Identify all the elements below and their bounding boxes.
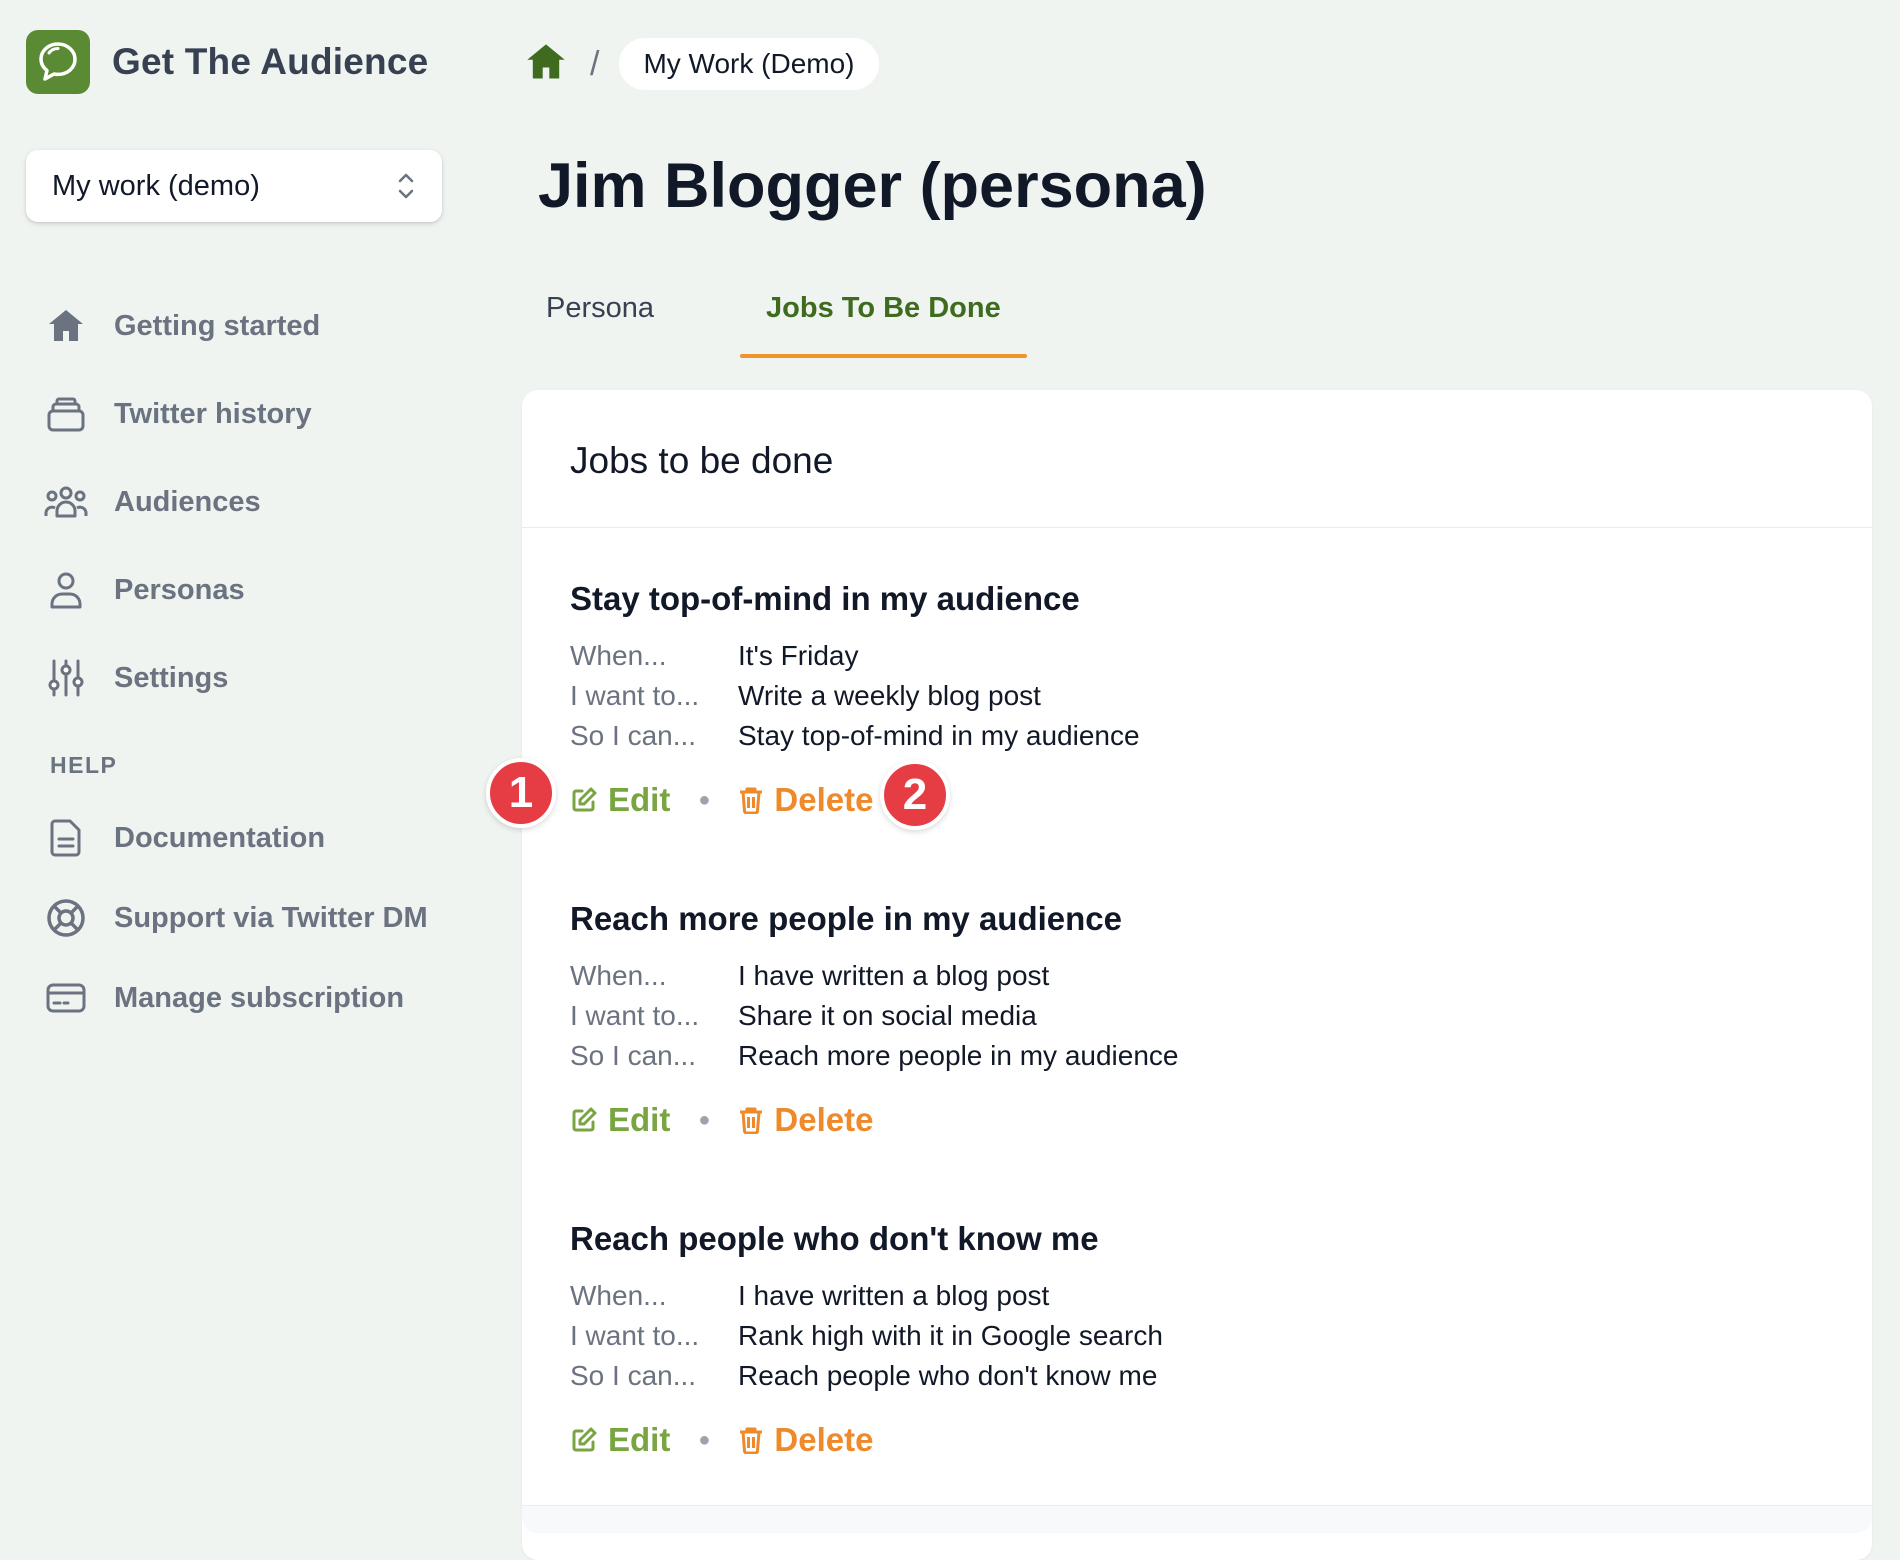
breadcrumb: / My Work (Demo) [524,38,879,90]
separator-dot: ● [698,1108,711,1131]
delete-button[interactable]: Delete [738,1421,873,1459]
edit-button[interactable]: Edit [570,1101,670,1139]
nav-label: Documentation [114,821,326,854]
edit-icon [572,1427,597,1452]
nav-label: Settings [114,661,229,694]
trash-icon [740,1107,763,1134]
edit-icon [572,787,597,812]
edit-label: Edit [608,1101,671,1138]
workspace-select[interactable]: My work (demo) [26,150,442,222]
separator-dot: ● [698,1428,711,1451]
jobs-card: Jobs to be done Stay top-of-mind in my a… [522,390,1872,1560]
brand-name: Get The Audience [112,41,429,82]
so-value: Reach people who don't know me [738,1360,1158,1391]
lifebuoy-icon [44,896,88,940]
annotation-marker-1: 1 [486,758,556,828]
tab-persona[interactable]: Persona [520,282,680,358]
help-section-title: HELP [50,752,118,778]
want-label: I want to... [570,1000,700,1031]
archive-icon [44,392,88,436]
main-nav: Getting started Twitter history Audience… [44,282,320,722]
when-value: I have written a blog post [738,960,1050,991]
so-label: So I can... [570,720,697,751]
home-icon [44,304,88,348]
when-label: When... [570,640,667,671]
user-icon [44,568,88,612]
nav-label: Personas [114,573,245,606]
breadcrumb-separator: / [590,44,600,83]
edit-button[interactable]: Edit [570,1421,670,1459]
delete-button[interactable]: Delete [738,781,873,819]
nav-label: Support via Twitter DM [114,901,428,934]
job-item: Reach people who don't know me When... I … [570,1220,1163,1462]
want-value: Write a weekly blog post [738,680,1041,711]
card-footer [522,1505,1872,1533]
want-label: I want to... [570,1320,700,1351]
when-label: When... [570,960,667,991]
so-label: So I can... [570,1360,697,1391]
nav-label: Getting started [114,309,321,342]
so-label: So I can... [570,1040,697,1071]
nav-label: Twitter history [114,397,312,430]
nav-item-getting-started[interactable]: Getting started [44,282,320,370]
document-icon [44,816,88,860]
home-icon[interactable] [524,40,568,89]
want-value: Share it on social media [738,1000,1037,1031]
delete-label: Delete [774,1101,874,1138]
job-item: Reach more people in my audience When...… [570,900,1178,1142]
want-value: Rank high with it in Google search [738,1320,1163,1351]
workspace-label: My work (demo) [52,169,260,202]
edit-icon [572,1107,597,1132]
when-label: When... [570,1280,667,1311]
job-item: Stay top-of-mind in my audience When... I… [570,580,1140,822]
nav-label: Manage subscription [114,981,405,1014]
nav-item-documentation[interactable]: Documentation [44,798,428,878]
delete-button[interactable]: Delete [738,1101,873,1139]
tab-jobs-to-be-done[interactable]: Jobs To Be Done [740,282,1027,358]
nav-label: Audiences [114,485,261,518]
breadcrumb-current[interactable]: My Work (Demo) [619,38,879,90]
edit-button[interactable]: Edit [570,781,670,819]
edit-label: Edit [608,781,671,818]
nav-item-personas[interactable]: Personas [44,546,320,634]
sidebar: Get The Audience My work (demo) Getting … [0,0,500,1534]
delete-label: Delete [774,781,874,818]
trash-icon [740,1427,763,1454]
edit-label: Edit [608,1421,671,1458]
nav-item-settings[interactable]: Settings [44,634,320,722]
when-value: It's Friday [738,640,859,671]
job-title: Reach people who don't know me [570,1220,1099,1257]
so-value: Reach more people in my audience [738,1040,1179,1071]
credit-card-icon [44,976,88,1020]
group-icon [44,480,88,524]
chevron-up-down-icon [396,169,416,203]
want-label: I want to... [570,680,700,711]
chat-bubble-icon [26,30,90,94]
nav-item-support[interactable]: Support via Twitter DM [44,878,428,958]
tabs: Persona Jobs To Be Done [520,282,1027,358]
nav-item-audiences[interactable]: Audiences [44,458,320,546]
job-title: Stay top-of-mind in my audience [570,580,1080,617]
when-value: I have written a blog post [738,1280,1050,1311]
brand[interactable]: Get The Audience [26,30,428,94]
help-nav: Documentation Support via Twitter DM Man… [44,798,428,1038]
nav-item-manage-subscription[interactable]: Manage subscription [44,958,428,1038]
delete-label: Delete [774,1421,874,1458]
separator-dot: ● [698,788,711,811]
page-title: Jim Blogger (persona) [538,151,1207,221]
card-title: Jobs to be done [522,390,1872,528]
nav-item-twitter-history[interactable]: Twitter history [44,370,320,458]
annotation-marker-2: 2 [880,760,950,830]
trash-icon [740,787,763,814]
job-title: Reach more people in my audience [570,900,1123,937]
so-value: Stay top-of-mind in my audience [738,720,1140,751]
sliders-icon [44,656,88,700]
